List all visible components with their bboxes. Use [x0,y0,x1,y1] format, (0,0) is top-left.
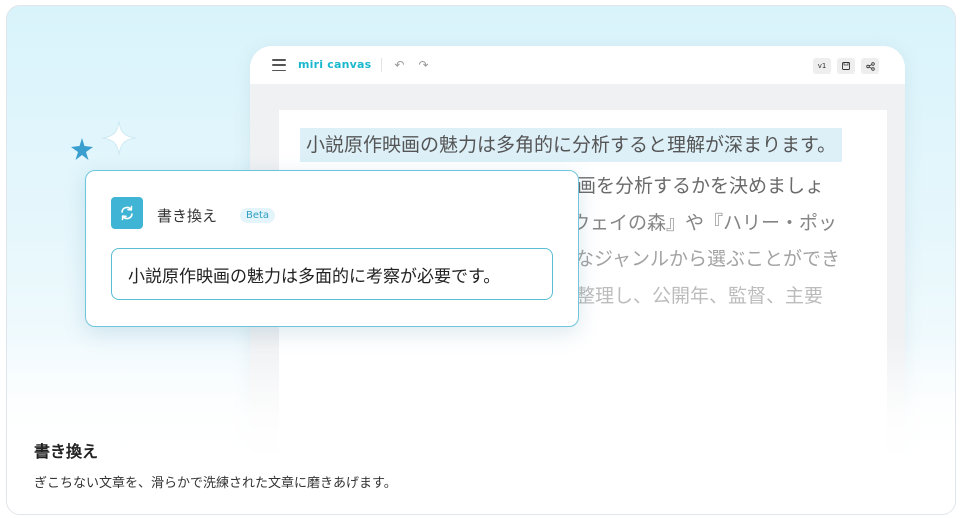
feature-card: miri canvas ↶ ↷ v1 小説原作映画の魅力は多角的に分析すると理解… [6,5,956,515]
menu-icon[interactable] [272,59,286,71]
star-icon [71,138,93,160]
editor-toolbar: miri canvas ↶ ↷ v1 [250,46,905,84]
redo-icon[interactable]: ↷ [418,59,428,71]
sparkle-icon [101,120,137,156]
popover-title: 書き換え [157,207,218,225]
share-icon[interactable] [861,58,879,74]
undo-icon[interactable]: ↶ [394,59,404,71]
rewrite-result-field[interactable]: 小説原作映画の魅力は多面的に考察が必要です。 [111,248,553,300]
caption-description: ぎこちない文章を、滑らかで洗練された文章に磨きあげます。 [34,476,397,491]
rewrite-icon[interactable] [111,197,143,229]
doc-line[interactable]: ウェイの森』や『ハリー・ポッ [571,206,837,240]
doc-line[interactable]: 画を分析するかを決めましょ [577,169,824,203]
version-button[interactable]: v1 [813,58,831,74]
app-logo: miri canvas [298,58,383,72]
caption-title: 書き換え [34,442,99,461]
rewrite-popover: 書き換え Beta 小説原作映画の魅力は多面的に考察が必要です。 [85,170,579,327]
doc-line[interactable]: 整理し、公開年、監督、主要 [576,279,823,313]
beta-badge: Beta [240,208,276,223]
save-icon[interactable] [837,58,855,74]
doc-line[interactable]: なジャンルから選ぶことができ [575,242,840,276]
doc-line-highlighted[interactable]: 小説原作映画の魅力は多角的に分析すると理解が深まります。 [300,128,843,162]
